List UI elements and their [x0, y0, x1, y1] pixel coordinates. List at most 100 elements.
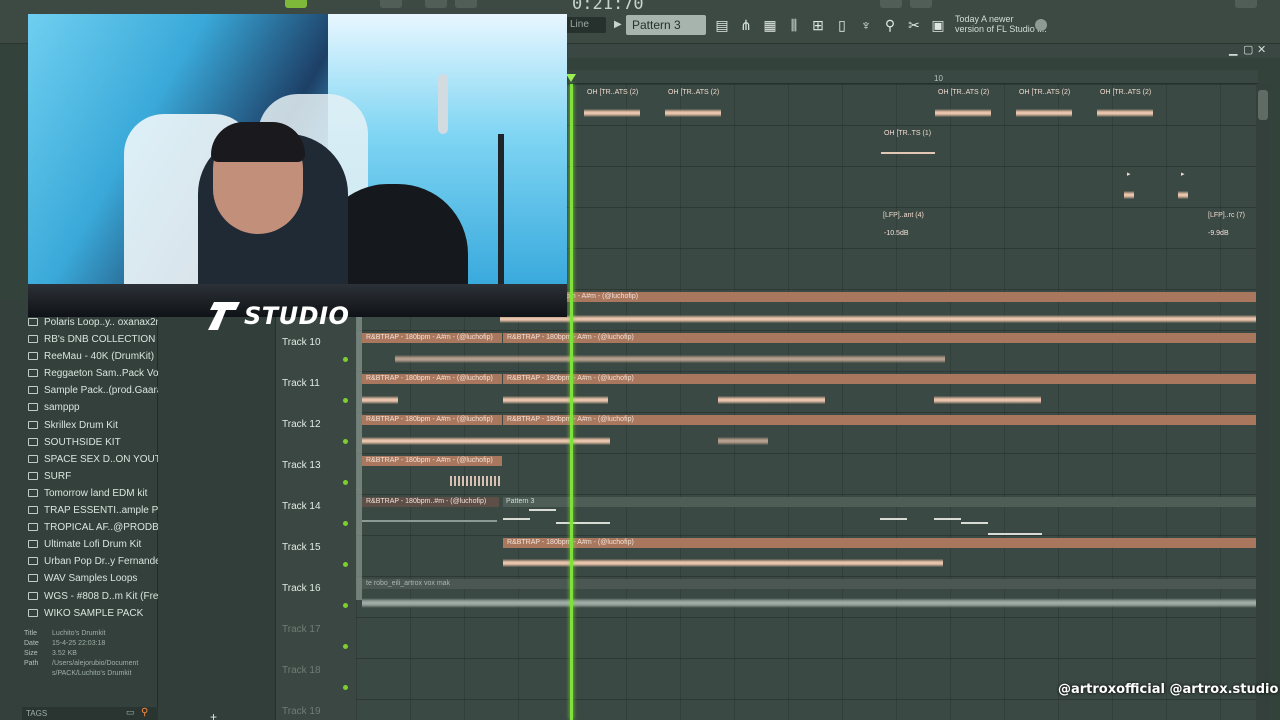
audio-clip[interactable]: R&BTRAP - 180bpm - A#m - (@luchofip): [362, 333, 502, 343]
maximize-icon[interactable]: ▢: [1243, 43, 1253, 56]
channel-rack-icon[interactable]: ▦: [760, 15, 780, 35]
toolbar-button[interactable]: [455, 0, 477, 8]
track-header[interactable]: Track 17: [276, 620, 356, 661]
clip-waveform[interactable]: [362, 393, 398, 407]
clip-waveform[interactable]: [450, 476, 502, 486]
clip-label[interactable]: OH [TR..TS (1): [881, 129, 935, 138]
browser-folder[interactable]: Reggaeton Sam..Pack Vol. 1: [28, 365, 158, 382]
browser-folder[interactable]: Urban Pop Dr..y Fernandez: [28, 553, 158, 570]
playlist-icon[interactable]: ▤: [712, 15, 732, 35]
browser-folder[interactable]: samppp: [28, 399, 158, 416]
scrollbar-thumb[interactable]: [1258, 90, 1268, 120]
track-header[interactable]: Track 13: [276, 456, 356, 497]
browser-folder[interactable]: TROPICAL AF..@PRODBYLJS: [28, 519, 158, 536]
track-mute-led[interactable]: [343, 480, 348, 485]
folder-icon[interactable]: ▭: [126, 707, 135, 718]
clip-label[interactable]: [LFP]..ant (4): [880, 211, 935, 220]
track-mute-led[interactable]: [343, 439, 348, 444]
clip-waveform[interactable]: [665, 106, 721, 120]
record-button[interactable]: [285, 0, 307, 8]
browser-folder[interactable]: SURF: [28, 468, 158, 485]
clip-waveform[interactable]: [1097, 106, 1153, 120]
clip-label[interactable]: OH [TR..ATS (2): [665, 88, 721, 97]
clip-waveform[interactable]: [395, 352, 945, 366]
clip-waveform[interactable]: [503, 393, 608, 407]
edison-icon[interactable]: ✂: [904, 15, 924, 35]
clip-waveform[interactable]: [362, 596, 1256, 610]
audio-clip[interactable]: R&BTRAP - 180bpm - A#m - (@luchofip): [503, 374, 1256, 384]
clip-waveform[interactable]: [1178, 188, 1188, 202]
track-mute-led[interactable]: [343, 562, 348, 567]
track-mute-led[interactable]: [343, 685, 348, 690]
clip-waveform[interactable]: [718, 434, 768, 448]
browser-folder[interactable]: Tomorrow land EDM kit: [28, 485, 158, 502]
toolbar-button[interactable]: [1235, 0, 1257, 8]
audio-clip[interactable]: R&BTRAP - 180bpm - A#m - (@luchofip): [362, 456, 502, 466]
toolbar-button[interactable]: [380, 0, 402, 8]
clip-waveform[interactable]: [500, 312, 1256, 326]
globe-icon[interactable]: [1035, 19, 1047, 31]
clip-waveform[interactable]: [718, 393, 825, 407]
browser-folder[interactable]: RB's DNB COLLECTION: [28, 331, 158, 348]
toolbar-button[interactable]: [880, 0, 902, 8]
track-mute-led[interactable]: [343, 398, 348, 403]
clip-marker[interactable]: ▸: [1124, 170, 1134, 179]
track-header[interactable]: Track 15: [276, 538, 356, 579]
browser-folder[interactable]: WGS - #808 D..m Kit (Free): [28, 588, 158, 605]
browser-folder[interactable]: SOUTHSIDE KIT: [28, 434, 158, 451]
plugin-picker-icon[interactable]: ▯: [832, 15, 852, 35]
track-mute-led[interactable]: [343, 644, 348, 649]
track-mute-led[interactable]: [343, 521, 348, 526]
search-icon[interactable]: ⚲: [141, 707, 148, 718]
audio-clip[interactable]: R&BTRAP - 180bpm - A#m - (@luchofip): [503, 415, 1256, 425]
audio-clip[interactable]: R&BTRAP - 180bpm - A#m - (@luchofip): [362, 374, 502, 384]
close-icon[interactable]: ✕: [1257, 43, 1266, 56]
audio-clip[interactable]: R&BTRAP - 180bpm - A#m - (@luchofip): [503, 538, 1256, 548]
clip-waveform[interactable]: [1016, 106, 1072, 120]
mixer-icon[interactable]: ⫼: [784, 15, 804, 35]
tags-bar[interactable]: TAGS: [22, 707, 158, 720]
browser-folder[interactable]: Skrillex Drum Kit: [28, 417, 158, 434]
browser-folder[interactable]: ReeMau - 40K (DrumKit): [28, 348, 158, 365]
track-header[interactable]: Track 14: [276, 497, 356, 538]
track-header[interactable]: Track 11: [276, 374, 356, 415]
plugin-icon[interactable]: ♆: [856, 15, 876, 35]
mic-icon[interactable]: ⚲: [880, 15, 900, 35]
clip-marker[interactable]: ▸: [1178, 170, 1188, 179]
clip-label[interactable]: OH [TR..ATS (2): [1097, 88, 1153, 97]
clip-label[interactable]: OH [TR..ATS (2): [1016, 88, 1072, 97]
browser-folder[interactable]: Sample Pack..(prod.Gaara): [28, 382, 158, 399]
pattern-selector[interactable]: Pattern 3: [626, 15, 706, 35]
timeline-ruler[interactable]: [568, 70, 1258, 84]
track-mute-led[interactable]: [343, 603, 348, 608]
shop-icon[interactable]: ▣: [928, 15, 948, 35]
minimize-icon[interactable]: ▁: [1229, 43, 1237, 56]
audio-clip[interactable]: R&BTRAP - 180bpm - A#m - (@luchofip): [503, 333, 1256, 343]
audio-clip[interactable]: R&BTRAP - 180bpm..#m - (@luchofip): [362, 497, 499, 507]
audio-clip[interactable]: te robo_eili_artrox vox mak: [362, 579, 1256, 589]
audio-clip[interactable]: pm - A#m - (@luchofip): [562, 292, 1256, 302]
browser-folder[interactable]: WAV Samples Loops: [28, 570, 158, 587]
browser-icon[interactable]: ⊞: [808, 15, 828, 35]
clip-waveform[interactable]: [503, 556, 943, 570]
pattern-play-icon[interactable]: ▶: [614, 19, 622, 30]
vertical-scrollbar[interactable]: [1256, 84, 1270, 720]
track-mute-led[interactable]: [343, 357, 348, 362]
track-header[interactable]: Track 16: [276, 579, 356, 620]
clip-waveform[interactable]: [935, 106, 991, 120]
playhead-marker[interactable]: [566, 74, 576, 82]
clip-label[interactable]: OH [TR..ATS (2): [935, 88, 991, 97]
track-header[interactable]: Track 19: [276, 702, 356, 720]
update-hint[interactable]: Today A newer version of FL Studio i...: [955, 14, 1047, 34]
clip-label[interactable]: OH [TR..ATS (2): [584, 88, 640, 97]
clip-waveform[interactable]: [1124, 188, 1134, 202]
audio-clip[interactable]: R&BTRAP - 180bpm - A#m - (@luchofip): [362, 415, 502, 425]
clip-waveform[interactable]: [584, 106, 640, 120]
piano-roll-icon[interactable]: ⋔: [736, 15, 756, 35]
track-header[interactable]: Track 10: [276, 333, 356, 374]
browser-folder[interactable]: WIKO SAMPLE PACK: [28, 605, 158, 622]
clip-waveform[interactable]: [934, 393, 1041, 407]
pattern-clip[interactable]: Pattern 3: [503, 497, 1256, 507]
clip-label[interactable]: [LFP]..rc (7): [1205, 211, 1257, 220]
playhead[interactable]: [570, 84, 573, 720]
